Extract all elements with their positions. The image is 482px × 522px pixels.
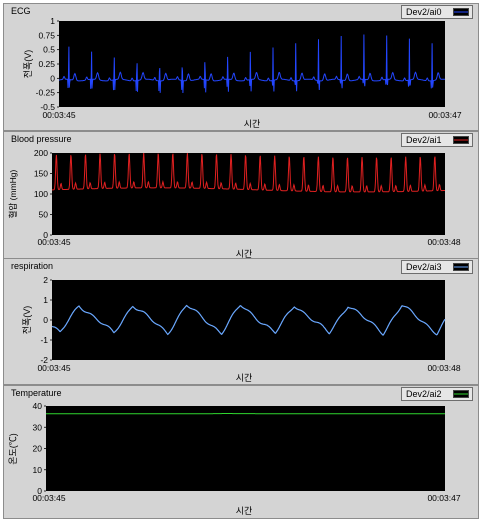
y-tick-label: 100 (34, 189, 48, 199)
x-axis-label: 시간 (236, 506, 253, 516)
x-start-label: 00:03:45 (32, 493, 65, 503)
y-tick-label: 0 (50, 73, 55, 83)
y-axis-label: 전폭(V) (23, 50, 33, 79)
x-start-label: 00:03:45 (37, 237, 70, 247)
x-end-label: 00:03:48 (427, 363, 460, 373)
y-tick-label: 30 (33, 422, 43, 432)
x-start-label: 00:03:45 (42, 110, 75, 120)
temperature-plot: 403020100 온도(℃) 00:03:45 00:03:47 시간 (8, 401, 461, 516)
plot-area (46, 406, 445, 491)
y-tick-label: 0.5 (43, 45, 55, 55)
y-tick-label: 10 (33, 465, 43, 475)
temperature-chart-panel: Temperature Dev2/ai2 40 30 20 10 0 온도(℃) 00:… (3, 385, 479, 519)
x-end-label: 00:03:47 (428, 110, 461, 120)
y-tick-label: 0.75 (38, 30, 55, 40)
y-tick-label: 0 (43, 315, 48, 325)
y-tick-label: 2 (43, 275, 48, 285)
blood-pressure-plot: 200150100500 혈압 (mmHg) 00:03:45 00:03:48… (8, 148, 461, 259)
respiration-plot: 210-1-2 전폭(V) 00:03:45 00:03:48 시간 (22, 275, 461, 383)
y-axis-label: 온도(℃) (8, 433, 18, 465)
x-end-label: 00:03:48 (427, 237, 460, 247)
x-axis-label: 시간 (236, 373, 253, 383)
y-axis: 10.750.50.250-0.25-0.5 (36, 16, 59, 112)
respiration-chart-panel: respiration Dev2/ai3 2 1 0 -1 -2 전폭(V) 00:03… (3, 258, 479, 385)
ecg-plot: 10.750.50.250-0.25-0.5 전폭(V) 00:03:45 00… (23, 16, 462, 129)
plot-area (52, 280, 445, 360)
y-axis: 200150100500 (34, 148, 52, 240)
y-tick-label: 40 (33, 401, 43, 411)
y-axis-label: 혈압 (mmHg) (8, 169, 18, 218)
y-tick-label: 1 (43, 295, 48, 305)
y-tick-label: 0.25 (38, 59, 55, 69)
y-tick-label: -0.25 (36, 88, 56, 98)
y-tick-label: 200 (34, 148, 48, 158)
x-axis-label: 시간 (244, 119, 261, 129)
y-axis: 403020100 (33, 401, 46, 496)
y-tick-label: 20 (33, 444, 43, 454)
blood-pressure-chart-panel: Blood pressure Dev2/ai1 200 150 100 50 0 혈압 … (3, 131, 479, 261)
y-tick-label: 150 (34, 169, 48, 179)
y-axis-label: 전폭(V) (22, 306, 32, 335)
x-end-label: 00:03:47 (427, 493, 460, 503)
y-tick-label: 50 (39, 210, 49, 220)
y-axis: 210-1-2 (40, 275, 52, 365)
x-start-label: 00:03:45 (37, 363, 70, 373)
y-tick-label: 1 (50, 16, 55, 26)
y-tick-label: -1 (40, 335, 48, 345)
daq-monitor-front-panel: ECG Dev2/ai0 1 0.75 0.5 0.25 0 -0.25 -0.5 전폭(V… (0, 0, 482, 522)
ecg-chart-panel: ECG Dev2/ai0 1 0.75 0.5 0.25 0 -0.25 -0.5 전폭(V… (3, 3, 479, 131)
plot-area (52, 153, 445, 235)
